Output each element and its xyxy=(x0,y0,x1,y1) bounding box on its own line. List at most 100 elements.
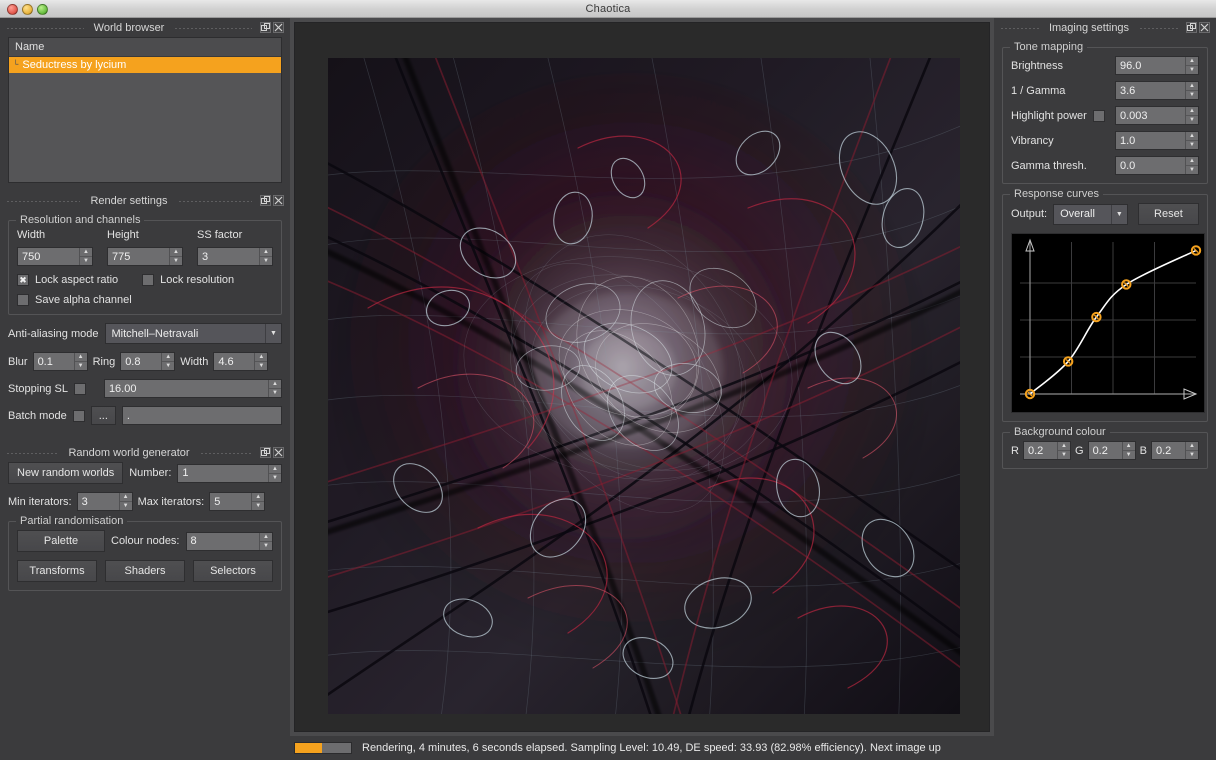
colour-nodes-input[interactable]: 8 ▲▼ xyxy=(186,532,274,551)
stepper-up-icon[interactable]: ▲ xyxy=(1186,82,1198,91)
gamma-input[interactable]: 3.6 ▲▼ xyxy=(1115,81,1199,100)
output-select[interactable]: Overall ▼ xyxy=(1053,204,1128,225)
stepper-down-icon[interactable]: ▼ xyxy=(1186,116,1198,124)
lock-resolution-checkbox[interactable] xyxy=(142,274,154,286)
panel-grip-left[interactable] xyxy=(6,26,84,29)
width-stepper[interactable]: ▲▼ xyxy=(79,248,92,265)
batch-mode-checkbox[interactable] xyxy=(73,410,85,422)
list-item[interactable]: └ Seductress by lycium xyxy=(9,57,281,73)
palette-button[interactable]: Palette xyxy=(17,530,105,552)
stepper-down-icon[interactable]: ▼ xyxy=(269,389,281,397)
stepper-up-icon[interactable]: ▲ xyxy=(269,380,281,389)
max-iterators-input[interactable]: 5 ▲▼ xyxy=(209,492,265,511)
blur-stepper[interactable]: ▲▼ xyxy=(74,353,87,370)
min-iterators-input[interactable]: 3 ▲▼ xyxy=(77,492,133,511)
aa-width-stepper[interactable]: ▲▼ xyxy=(254,353,267,370)
close-panel-icon[interactable] xyxy=(273,195,284,206)
stepper-down-icon[interactable]: ▼ xyxy=(260,542,272,550)
stopping-sl-input[interactable]: 16.00 ▲▼ xyxy=(104,379,282,398)
stepper-down-icon[interactable]: ▼ xyxy=(252,502,264,510)
stepper-up-icon[interactable]: ▲ xyxy=(260,533,272,542)
batch-path-input[interactable]: . xyxy=(122,406,282,425)
stepper-down-icon[interactable]: ▼ xyxy=(255,362,267,370)
stepper-down-icon[interactable]: ▼ xyxy=(1123,451,1135,459)
float-panel-icon[interactable] xyxy=(260,195,271,206)
stepper-down-icon[interactable]: ▼ xyxy=(1186,141,1198,149)
gamma-threshold-stepper[interactable]: ▲▼ xyxy=(1185,157,1198,174)
panel-grip-right[interactable] xyxy=(174,26,252,29)
render-settings-header[interactable]: Render settings xyxy=(0,191,290,210)
anti-aliasing-mode-select[interactable]: Mitchell–Netravali ▼ xyxy=(105,323,283,344)
bg-b-stepper[interactable]: ▲▼ xyxy=(1185,442,1198,459)
colour-nodes-stepper[interactable]: ▲▼ xyxy=(259,533,272,550)
stepper-up-icon[interactable]: ▲ xyxy=(162,353,174,362)
gamma-stepper[interactable]: ▲▼ xyxy=(1185,82,1198,99)
selectors-button[interactable]: Selectors xyxy=(193,560,273,582)
stepper-up-icon[interactable]: ▲ xyxy=(120,493,132,502)
stepper-down-icon[interactable]: ▼ xyxy=(260,257,272,265)
stepper-up-icon[interactable]: ▲ xyxy=(1123,442,1135,451)
min-iterators-stepper[interactable]: ▲▼ xyxy=(119,493,132,510)
brightness-stepper[interactable]: ▲▼ xyxy=(1185,57,1198,74)
gamma-threshold-input[interactable]: 0.0 ▲▼ xyxy=(1115,156,1199,175)
panel-grip-right[interactable] xyxy=(178,199,252,202)
highlight-power-stepper[interactable]: ▲▼ xyxy=(1185,107,1198,124)
reset-curve-button[interactable]: Reset xyxy=(1138,203,1199,225)
stepper-down-icon[interactable]: ▼ xyxy=(1186,91,1198,99)
float-panel-icon[interactable] xyxy=(260,22,271,33)
highlight-power-input[interactable]: 0.003 ▲▼ xyxy=(1115,106,1199,125)
minimize-window-button[interactable] xyxy=(22,4,33,15)
random-world-header[interactable]: Random world generator xyxy=(0,443,290,462)
highlight-power-checkbox[interactable] xyxy=(1093,110,1105,122)
stepper-up-icon[interactable]: ▲ xyxy=(1186,132,1198,141)
stepper-up-icon[interactable]: ▲ xyxy=(1186,57,1198,66)
imaging-settings-header[interactable]: Imaging settings xyxy=(994,18,1216,37)
stepper-up-icon[interactable]: ▲ xyxy=(80,248,92,257)
stepper-down-icon[interactable]: ▼ xyxy=(1186,66,1198,74)
stepper-down-icon[interactable]: ▼ xyxy=(1058,451,1070,459)
aa-width-input[interactable]: 4.6 ▲▼ xyxy=(213,352,268,371)
blur-input[interactable]: 0.1 ▲▼ xyxy=(33,352,88,371)
ss-factor-input[interactable]: 3 ▲▼ xyxy=(197,247,273,266)
brightness-input[interactable]: 96.0 ▲▼ xyxy=(1115,56,1199,75)
close-window-button[interactable] xyxy=(7,4,18,15)
vibrancy-stepper[interactable]: ▲▼ xyxy=(1185,132,1198,149)
width-input[interactable]: 750 ▲▼ xyxy=(17,247,93,266)
panel-grip-right[interactable] xyxy=(200,451,252,454)
stopping-sl-stepper[interactable]: ▲▼ xyxy=(268,380,281,397)
ring-input[interactable]: 0.8 ▲▼ xyxy=(120,352,175,371)
ring-stepper[interactable]: ▲▼ xyxy=(161,353,174,370)
batch-browse-button[interactable]: ... xyxy=(91,406,116,425)
render-canvas-frame[interactable] xyxy=(294,22,990,732)
stepper-down-icon[interactable]: ▼ xyxy=(269,474,281,482)
close-panel-icon[interactable] xyxy=(1199,22,1210,33)
save-alpha-channel-checkbox[interactable] xyxy=(17,294,29,306)
lock-aspect-ratio-checkbox[interactable]: ✖ xyxy=(17,274,29,286)
stepper-down-icon[interactable]: ▼ xyxy=(75,362,87,370)
stepper-up-icon[interactable]: ▲ xyxy=(260,248,272,257)
stepper-up-icon[interactable]: ▲ xyxy=(252,493,264,502)
close-panel-icon[interactable] xyxy=(273,22,284,33)
stepper-up-icon[interactable]: ▲ xyxy=(170,248,182,257)
chevron-down-icon[interactable]: ▼ xyxy=(1111,205,1127,224)
float-panel-icon[interactable] xyxy=(260,447,271,458)
bg-r-stepper[interactable]: ▲▼ xyxy=(1057,442,1070,459)
world-browser-header[interactable]: World browser xyxy=(0,18,290,37)
close-panel-icon[interactable] xyxy=(273,447,284,458)
stepper-down-icon[interactable]: ▼ xyxy=(162,362,174,370)
max-iterators-stepper[interactable]: ▲▼ xyxy=(251,493,264,510)
panel-grip-right[interactable] xyxy=(1139,26,1178,29)
stepper-up-icon[interactable]: ▲ xyxy=(1186,157,1198,166)
stepper-down-icon[interactable]: ▼ xyxy=(1186,451,1198,459)
stepper-down-icon[interactable]: ▼ xyxy=(170,257,182,265)
chevron-down-icon[interactable]: ▼ xyxy=(265,324,281,343)
stepper-down-icon[interactable]: ▼ xyxy=(80,257,92,265)
stepper-up-icon[interactable]: ▲ xyxy=(255,353,267,362)
vibrancy-input[interactable]: 1.0 ▲▼ xyxy=(1115,131,1199,150)
bg-g-stepper[interactable]: ▲▼ xyxy=(1122,442,1135,459)
stepper-up-icon[interactable]: ▲ xyxy=(269,465,281,474)
response-curve-plot[interactable] xyxy=(1012,234,1204,412)
new-random-worlds-button[interactable]: New random worlds xyxy=(8,462,123,484)
stepper-down-icon[interactable]: ▼ xyxy=(1186,166,1198,174)
panel-grip-left[interactable] xyxy=(6,199,80,202)
